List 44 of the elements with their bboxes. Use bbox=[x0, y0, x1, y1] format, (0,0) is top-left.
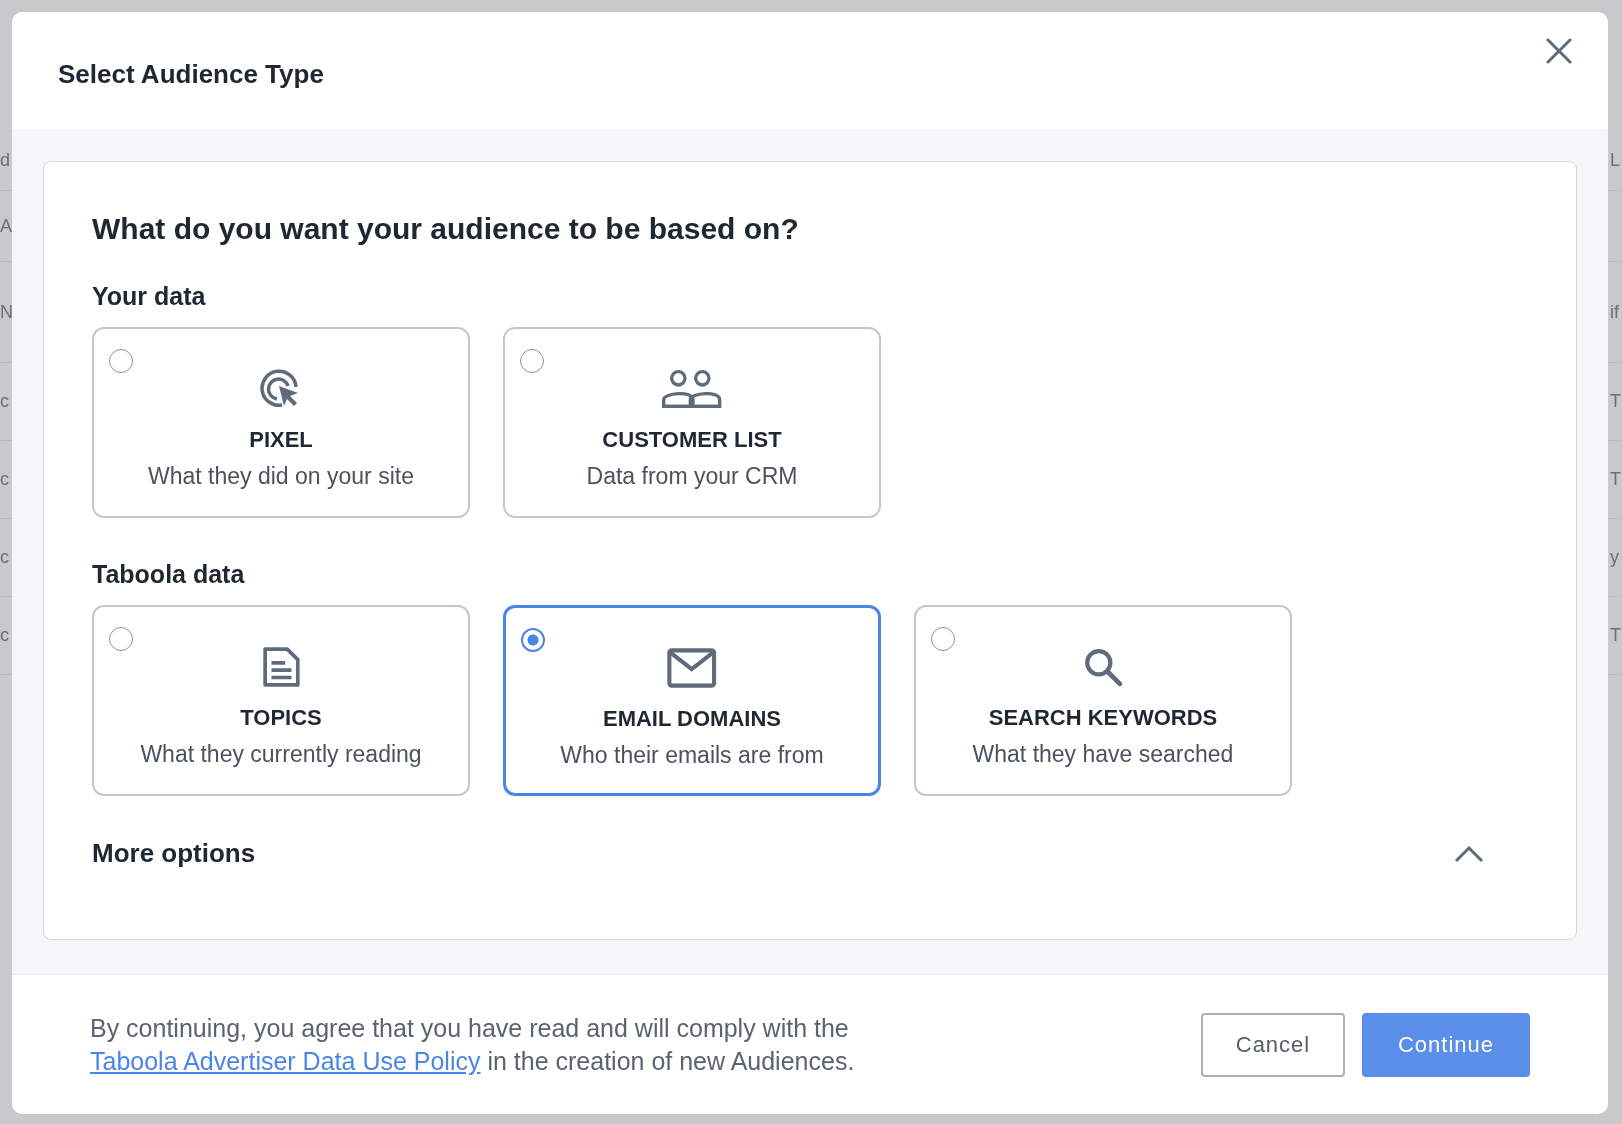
background-text: if bbox=[1610, 301, 1620, 323]
background-text: T bbox=[1610, 469, 1622, 490]
people-icon bbox=[661, 369, 723, 409]
background-text: c bbox=[0, 547, 10, 568]
background-text: A bbox=[0, 215, 10, 237]
radio-button[interactable] bbox=[521, 628, 545, 652]
option-description: What they did on your site bbox=[148, 463, 414, 490]
background-text: L bbox=[1610, 149, 1621, 171]
background-text: d bbox=[0, 149, 10, 171]
question-heading: What do you want your audience to be based on? bbox=[92, 212, 800, 246]
collapse-toggle[interactable] bbox=[1454, 844, 1484, 863]
close-icon bbox=[1546, 37, 1572, 64]
audience-option[interactable]: SEARCH KEYWORDS What they have searched bbox=[914, 605, 1292, 796]
option-title: TOPICS bbox=[240, 705, 322, 731]
background-text: c bbox=[0, 391, 10, 412]
search-icon bbox=[1083, 647, 1123, 687]
background-text: c bbox=[0, 469, 10, 490]
section-heading: Your data bbox=[92, 282, 207, 311]
option-title: SEARCH KEYWORDS bbox=[988, 705, 1218, 731]
more-options-label: More options bbox=[92, 838, 256, 869]
option-description: What they have searched bbox=[972, 741, 1234, 768]
option-description: Who their emails are from bbox=[560, 742, 824, 769]
background-text: T bbox=[1610, 625, 1622, 646]
audience-option[interactable]: PIXEL What they did on your site bbox=[92, 327, 470, 518]
background-text: y bbox=[1610, 547, 1620, 568]
option-title: EMAIL DOMAINS bbox=[602, 706, 781, 732]
audience-option[interactable]: EMAIL DOMAINS Who their emails are from bbox=[503, 605, 881, 796]
envelope-icon bbox=[667, 648, 717, 688]
audience-option[interactable]: TOPICS What they currently reading bbox=[92, 605, 470, 796]
background-text: N bbox=[0, 301, 10, 323]
background-text: c bbox=[0, 625, 10, 646]
chevron-icon bbox=[1454, 844, 1484, 863]
section-heading: Taboola data bbox=[92, 560, 246, 589]
consent-text: By continuing, you agree that you have read and will comply with the Taboola Advertiser Data Use Policy in the creation of new Audiences. bbox=[90, 1012, 856, 1077]
document-icon bbox=[262, 647, 300, 687]
dialog-title: Select Audience Type bbox=[58, 59, 324, 90]
option-title: CUSTOMER LIST bbox=[602, 427, 782, 453]
option-title: PIXEL bbox=[249, 427, 313, 453]
background-text: T bbox=[1610, 391, 1622, 412]
cancel-button[interactable]: Cancel bbox=[1201, 1012, 1345, 1077]
audience-option[interactable]: CUSTOMER LIST Data from your CRM bbox=[503, 327, 881, 518]
option-description: What they currently reading bbox=[140, 741, 422, 768]
policy-link[interactable]: Taboola Advertiser Data Use Policy bbox=[90, 1046, 481, 1075]
option-description: Data from your CRM bbox=[586, 463, 798, 490]
